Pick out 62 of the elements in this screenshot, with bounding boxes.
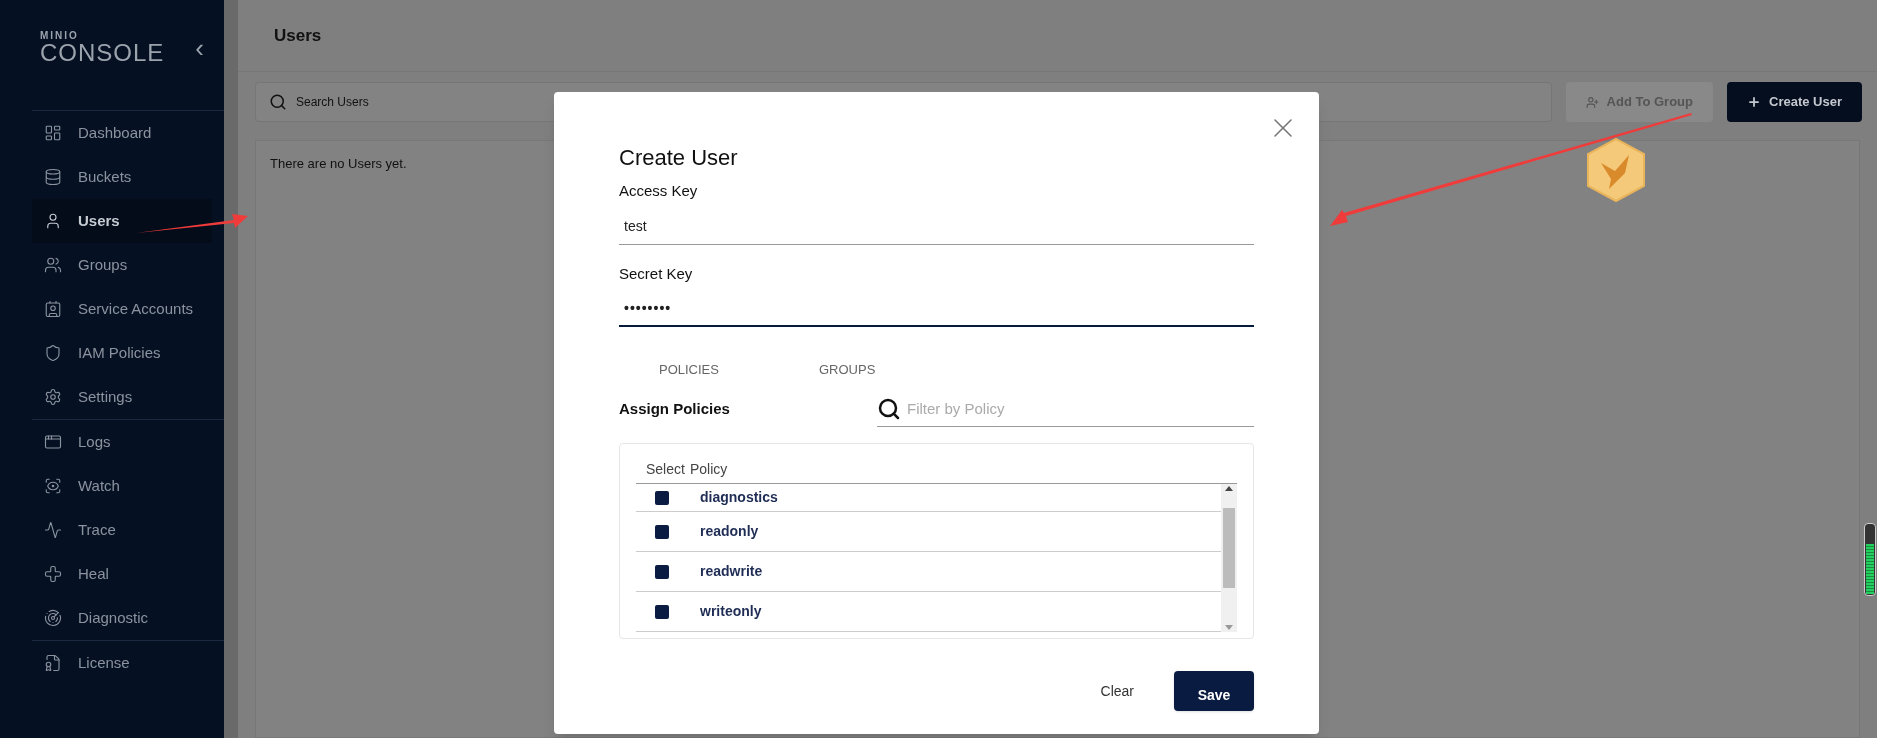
plus-icon [1747,95,1761,109]
user-plus-icon [1585,95,1599,109]
table-cell-text: readwrite [700,562,763,581]
scroll-up-icon [1225,486,1233,491]
radar-icon [44,609,62,627]
collapse-button[interactable]: ‹ [195,35,204,61]
tab[interactable]: GROUPS [819,355,979,385]
scrollbar-thumb[interactable] [1223,508,1235,588]
table-cell-text: diagnostics [700,488,778,507]
sidebar-item[interactable]: Buckets [32,155,212,199]
logo-wordmark: MINIO [40,31,80,41]
sidebar-item[interactable]: Users [32,199,212,243]
scroll-down-icon [1225,625,1233,630]
checkbox[interactable] [655,524,669,539]
sidebar-item[interactable]: Dashboard [32,111,212,155]
sidebar-item[interactable]: Watch [32,464,212,508]
sidebar-item[interactable]: Service Accounts [32,287,212,331]
input-field[interactable]: test [619,208,1254,245]
bird-logo-icon [1585,137,1647,203]
dialog-title: Create User [619,144,739,172]
window-icon [44,433,62,451]
page-title: Users [274,24,322,47]
search-icon [269,93,287,111]
pulse-icon [44,521,62,539]
badge-icon [44,654,62,672]
settings-icon [44,388,62,406]
id-card-icon [44,300,62,318]
empty-message: There are no Users yet. [270,156,407,171]
column-header: Policy [689,460,728,479]
search-icon [877,396,901,421]
filter-field[interactable]: Filter by Policy [907,392,1254,425]
level-meter-icon [1864,523,1876,596]
sidebar-item[interactable]: Groups [32,243,212,287]
user-icon [44,212,62,230]
table-cell-text: readonly [700,522,759,541]
sidebar-item[interactable]: Diagnostic [32,596,212,640]
field-label: Access Key [619,181,699,201]
column-header: Select [645,460,686,479]
clear-button[interactable]: Clear [1096,680,1138,702]
dashboard-icon [44,124,62,142]
sidebar-item[interactable]: IAM Policies [32,331,212,375]
sidebar-item[interactable]: License [32,641,212,685]
field-label: Secret Key [619,263,694,284]
sidebar-item[interactable]: Logs [32,420,212,464]
group-icon [44,256,62,274]
section-title: Assign Policies [619,398,730,419]
sidebar-item[interactable]: Trace [32,508,212,552]
logo-title: CONSOLE [40,41,165,65]
input-field[interactable]: •••••••• [619,291,1254,327]
database-icon [44,168,62,186]
sidebar-item[interactable]: Heal [32,552,212,596]
shield-icon [44,344,62,362]
eye-icon [44,477,62,495]
cross-icon [44,565,62,583]
tab[interactable]: POLICIES [659,355,819,385]
checkbox[interactable] [655,490,669,505]
sidebar-item[interactable]: Settings [32,375,212,419]
create-user-button[interactable]: Create User [1727,82,1862,122]
save-button[interactable]: Save [1174,671,1254,711]
checkbox[interactable] [655,564,669,579]
checkbox[interactable] [655,604,669,619]
table-cell-text: writeonly [700,602,762,621]
